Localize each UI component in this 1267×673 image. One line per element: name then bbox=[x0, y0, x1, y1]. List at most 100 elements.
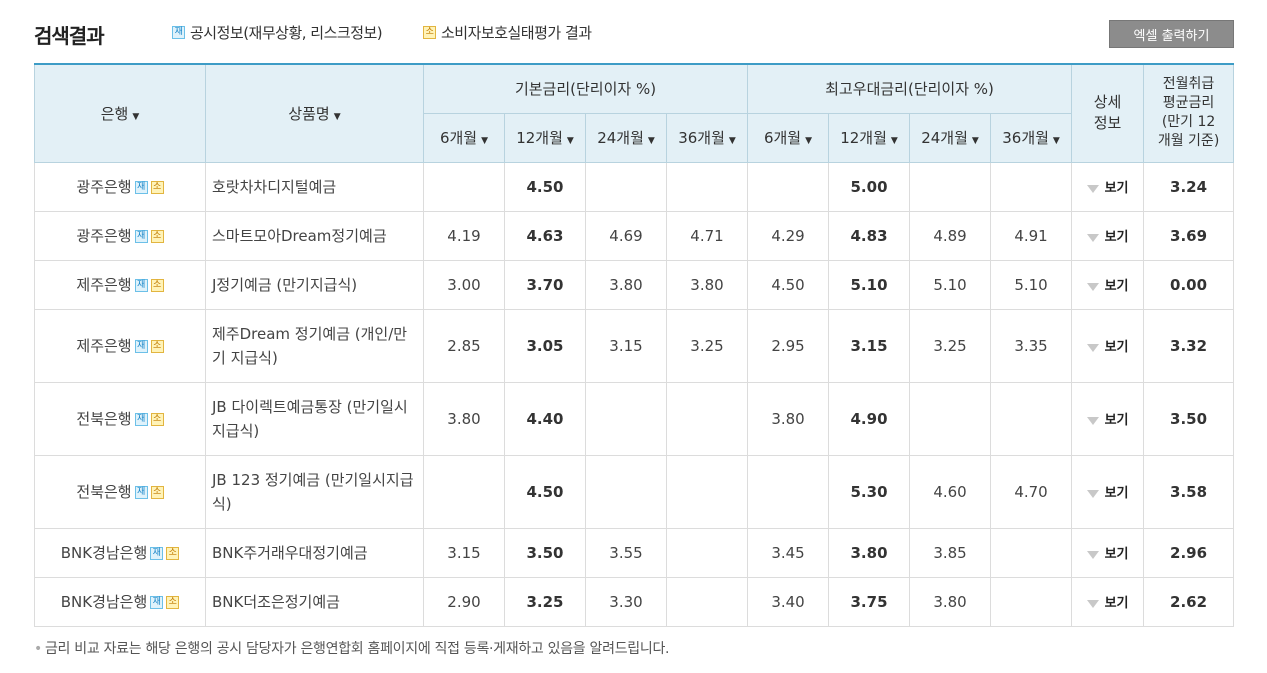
disclosure-badge-icon[interactable]: 재 bbox=[150, 547, 164, 560]
consumer-badge-icon[interactable]: 소 bbox=[150, 230, 164, 243]
avg-rate-cell: 2.96 bbox=[1143, 527, 1235, 578]
base-rate-cell: 4.50 bbox=[504, 454, 586, 529]
max-rate-cell bbox=[990, 527, 1073, 578]
base-rate-cell: 3.25 bbox=[665, 308, 749, 383]
triangle-down-icon bbox=[1086, 184, 1099, 193]
disclosure-badge-icon[interactable]: 재 bbox=[134, 279, 148, 292]
disclosure-badge-icon[interactable]: 재 bbox=[134, 486, 148, 499]
consumer-badge-icon[interactable]: 소 bbox=[150, 279, 164, 292]
table-row: BNK경남은행 재 소 BNK더조은정기예금 2.90 3.25 3.30 3.40 3.75 3… bbox=[34, 576, 1235, 627]
bullet-icon: • bbox=[34, 641, 42, 657]
consumer-badge-icon[interactable]: 소 bbox=[150, 413, 164, 426]
base-rate-cell: 4.63 bbox=[504, 210, 586, 261]
bank-name: 전북은행 bbox=[76, 483, 132, 501]
bank-cell: 제주은행 재 소 bbox=[34, 259, 206, 310]
consumer-badge-icon[interactable]: 소 bbox=[166, 547, 180, 560]
max-rate-header: 최고우대금리(단리이자 %) bbox=[747, 63, 1073, 114]
max-rate-cell: 5.00 bbox=[828, 161, 911, 212]
base-rate-cell: 4.71 bbox=[665, 210, 749, 261]
avg-rate-cell: 2.62 bbox=[1143, 576, 1235, 627]
product-name: J정기예금 (만기지급식) bbox=[205, 259, 424, 310]
product-name: 제주Dream 정기예금 (개인/만기 지급식) bbox=[205, 308, 424, 383]
page-title: 검색결과 bbox=[34, 24, 105, 48]
view-detail-button[interactable]: 보기 bbox=[1071, 308, 1145, 383]
tab-max-term-12[interactable]: 12개월 ▼ bbox=[828, 112, 911, 163]
disclosure-badge-icon[interactable]: 재 bbox=[134, 413, 148, 426]
consumer-badge-icon[interactable]: 소 bbox=[166, 596, 180, 609]
results-table: 은행 ▼ 상품명 ▼ 기본금리(단리이자 %) 최고우대금리(단리이자 %) 상세 정… bbox=[34, 63, 1235, 627]
sort-caret-icon: ▼ bbox=[728, 136, 736, 146]
max-rate-cell: 4.50 bbox=[747, 259, 830, 310]
max-rate-cell bbox=[909, 381, 992, 456]
triangle-down-icon bbox=[1086, 550, 1099, 559]
triangle-down-icon bbox=[1086, 599, 1099, 608]
max-rate-cell: 2.95 bbox=[747, 308, 830, 383]
tab-base-term-6[interactable]: 6개월 ▼ bbox=[423, 112, 505, 163]
base-rate-cell bbox=[585, 161, 667, 212]
disclosure-badge-icon[interactable]: 재 bbox=[134, 181, 148, 194]
view-detail-button[interactable]: 보기 bbox=[1071, 527, 1145, 578]
base-rate-cell: 4.19 bbox=[423, 210, 505, 261]
avg-rate-cell: 3.32 bbox=[1143, 308, 1235, 383]
sort-caret-icon: ▼ bbox=[1052, 136, 1060, 146]
max-rate-cell: 4.89 bbox=[909, 210, 992, 261]
base-rate-cell: 3.50 bbox=[504, 527, 586, 578]
product-name: BNK주거래우대정기예금 bbox=[205, 527, 424, 578]
tab-base-term-12[interactable]: 12개월 ▼ bbox=[504, 112, 586, 163]
base-rate-cell bbox=[665, 527, 749, 578]
max-rate-cell bbox=[909, 161, 992, 212]
tab-base-term-36[interactable]: 36개월 ▼ bbox=[665, 112, 749, 163]
table-row: BNK경남은행 재 소 BNK주거래우대정기예금 3.15 3.50 3.55 3.45 3.8… bbox=[34, 527, 1235, 578]
max-rate-cell: 4.70 bbox=[990, 454, 1073, 529]
base-rate-cell bbox=[423, 161, 505, 212]
max-rate-cell: 3.80 bbox=[747, 381, 830, 456]
disclosure-badge-icon[interactable]: 재 bbox=[134, 340, 148, 353]
sort-caret-icon: ▼ bbox=[566, 136, 574, 146]
max-rate-cell: 3.15 bbox=[828, 308, 911, 383]
tab-max-term-6[interactable]: 6개월 ▼ bbox=[747, 112, 830, 163]
max-rate-cell bbox=[990, 576, 1073, 627]
avg-rate-column-header: 전월취급 평균금리 (만기 12 개월 기준) bbox=[1143, 63, 1235, 163]
bank-name: 광주은행 bbox=[76, 178, 132, 196]
tab-max-term-36[interactable]: 36개월 ▼ bbox=[990, 112, 1073, 163]
triangle-down-icon bbox=[1086, 343, 1099, 352]
disclosure-badge-icon[interactable]: 재 bbox=[150, 596, 164, 609]
view-detail-button[interactable]: 보기 bbox=[1071, 576, 1145, 627]
view-detail-button[interactable]: 보기 bbox=[1071, 454, 1145, 529]
table-row: 전북은행 재 소 JB 123 정기예금 (만기일시지급식) 4.50 5.30 4.60 4… bbox=[34, 454, 1235, 529]
bank-name: 전북은행 bbox=[76, 410, 132, 428]
bank-cell: BNK경남은행 재 소 bbox=[34, 527, 206, 578]
table-row: 광주은행 재 소 호랏차차디지털예금 4.50 5.00 보기 3.24 bbox=[34, 161, 1235, 212]
base-rate-cell: 3.15 bbox=[585, 308, 667, 383]
bank-column-header[interactable]: 은행 ▼ bbox=[34, 63, 206, 163]
max-rate-cell: 3.75 bbox=[828, 576, 911, 627]
table-row: 제주은행 재 소 제주Dream 정기예금 (개인/만기 지급식) 2.85 3.05 3.… bbox=[34, 308, 1235, 383]
consumer-badge-icon[interactable]: 소 bbox=[150, 340, 164, 353]
max-rate-cell: 4.91 bbox=[990, 210, 1073, 261]
product-column-header[interactable]: 상품명 ▼ bbox=[205, 63, 424, 163]
base-rate-cell: 3.15 bbox=[423, 527, 505, 578]
table-row: 광주은행 재 소 스마트모아Dream정기예금 4.19 4.63 4.69 4.71 4.29… bbox=[34, 210, 1235, 261]
legend-consumer-protection: 소 소비자보호실태평가 결과 bbox=[423, 22, 592, 43]
bank-cell: 광주은행 재 소 bbox=[34, 210, 206, 261]
bank-name: 제주은행 bbox=[76, 276, 132, 294]
consumer-badge-icon[interactable]: 소 bbox=[150, 486, 164, 499]
base-rate-cell bbox=[423, 454, 505, 529]
view-detail-button[interactable]: 보기 bbox=[1071, 161, 1145, 212]
tab-base-term-24[interactable]: 24개월 ▼ bbox=[585, 112, 667, 163]
tab-max-term-24[interactable]: 24개월 ▼ bbox=[909, 112, 992, 163]
base-rate-cell: 3.80 bbox=[585, 259, 667, 310]
view-detail-button[interactable]: 보기 bbox=[1071, 210, 1145, 261]
base-rate-cell: 4.69 bbox=[585, 210, 667, 261]
product-name: 호랏차차디지털예금 bbox=[205, 161, 424, 212]
footnote-text: 금리 비교 자료는 해당 은행의 공시 담당자가 은행연합회 홈페이지에 직접 … bbox=[44, 641, 670, 657]
avg-rate-cell: 3.58 bbox=[1143, 454, 1235, 529]
base-rate-cell: 3.25 bbox=[504, 576, 586, 627]
avg-rate-cell: 3.50 bbox=[1143, 381, 1235, 456]
consumer-badge-icon[interactable]: 소 bbox=[150, 181, 164, 194]
view-detail-button[interactable]: 보기 bbox=[1071, 381, 1145, 456]
view-detail-button[interactable]: 보기 bbox=[1071, 259, 1145, 310]
excel-export-button[interactable]: 엑셀 출력하기 bbox=[1109, 20, 1234, 48]
base-rate-header: 기본금리(단리이자 %) bbox=[422, 63, 749, 114]
disclosure-badge-icon[interactable]: 재 bbox=[134, 230, 148, 243]
